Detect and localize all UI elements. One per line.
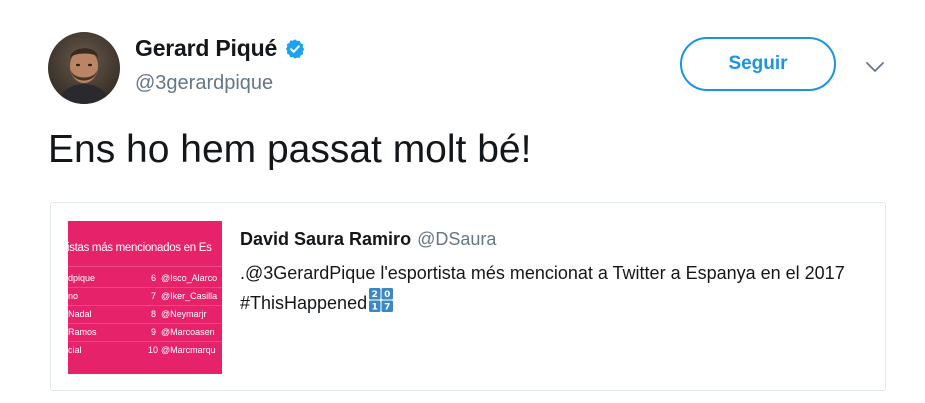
media-row-rank: 6 bbox=[150, 273, 156, 283]
quoted-tweet-text: .@3GerardPique l'esportista més menciona… bbox=[240, 259, 870, 318]
svg-text:0: 0 bbox=[384, 290, 390, 300]
author-handle[interactable]: @3gerardpique bbox=[135, 72, 273, 95]
media-row-right: @Neymarjr bbox=[161, 309, 207, 319]
media-row-left: Ramos bbox=[68, 327, 97, 337]
media-row-rank: 7 bbox=[150, 291, 156, 301]
media-row: dpique 6 @Isco_Alarco bbox=[68, 273, 222, 286]
svg-text:1: 1 bbox=[372, 303, 378, 312]
avatar-image bbox=[48, 32, 120, 104]
media-divider bbox=[68, 305, 222, 306]
svg-text:7: 7 bbox=[384, 303, 390, 312]
chevron-down-icon[interactable] bbox=[864, 56, 886, 78]
media-row-left: Nadal bbox=[68, 309, 92, 319]
author-name-row[interactable]: Gerard Piqué bbox=[135, 35, 306, 62]
tweet-text: Ens ho hem passat molt bé! bbox=[48, 128, 532, 171]
media-row-rank: 8 bbox=[150, 309, 156, 319]
media-row: cial 10 @Marcmarqu bbox=[68, 345, 222, 358]
media-row-right: @Marcoasen bbox=[161, 327, 215, 337]
media-row-left: no bbox=[68, 291, 79, 301]
media-row: Nadal 8 @Neymarjr bbox=[68, 309, 222, 322]
media-row-right: @Iker_Casilla bbox=[161, 291, 218, 301]
author-display-name[interactable]: Gerard Piqué bbox=[135, 35, 277, 62]
media-divider bbox=[68, 341, 222, 342]
2017-keycap-emoji-icon: 2 0 1 7 bbox=[369, 288, 394, 312]
quoted-tweet-text-body: .@3GerardPique l'esportista més menciona… bbox=[240, 263, 845, 313]
quoted-author-name[interactable]: David Saura Ramiro bbox=[240, 229, 411, 250]
media-divider bbox=[68, 266, 222, 267]
media-divider bbox=[68, 287, 222, 288]
media-row-left: cial bbox=[68, 345, 82, 355]
media-row-rank: 9 bbox=[150, 327, 156, 337]
media-row-right: @Isco_Alarco bbox=[161, 273, 218, 283]
follow-button-label: Seguir bbox=[728, 53, 788, 74]
avatar[interactable] bbox=[48, 32, 120, 104]
media-row-left: dpique bbox=[68, 273, 96, 283]
media-row: Ramos 9 @Marcoasen bbox=[68, 327, 222, 340]
media-row: no 7 @Iker_Casilla bbox=[68, 291, 222, 304]
quoted-author-handle[interactable]: @DSaura bbox=[417, 229, 496, 250]
media-heading: tistas más mencionados en Es bbox=[68, 242, 212, 254]
follow-button[interactable]: Seguir bbox=[680, 37, 836, 91]
quoted-tweet-media[interactable]: tistas más mencionados en Es dpique 6 @I… bbox=[68, 221, 222, 374]
media-divider bbox=[68, 323, 222, 324]
svg-text:2: 2 bbox=[372, 290, 378, 300]
media-row-rank: 10 bbox=[148, 345, 159, 355]
quoted-author[interactable]: David Saura Ramiro @DSaura bbox=[240, 229, 496, 250]
media-row-right: @Marcmarqu bbox=[161, 345, 216, 355]
verified-badge-icon bbox=[285, 38, 305, 59]
quoted-tweet[interactable]: tistas más mencionados en Es dpique 6 @I… bbox=[50, 202, 886, 391]
